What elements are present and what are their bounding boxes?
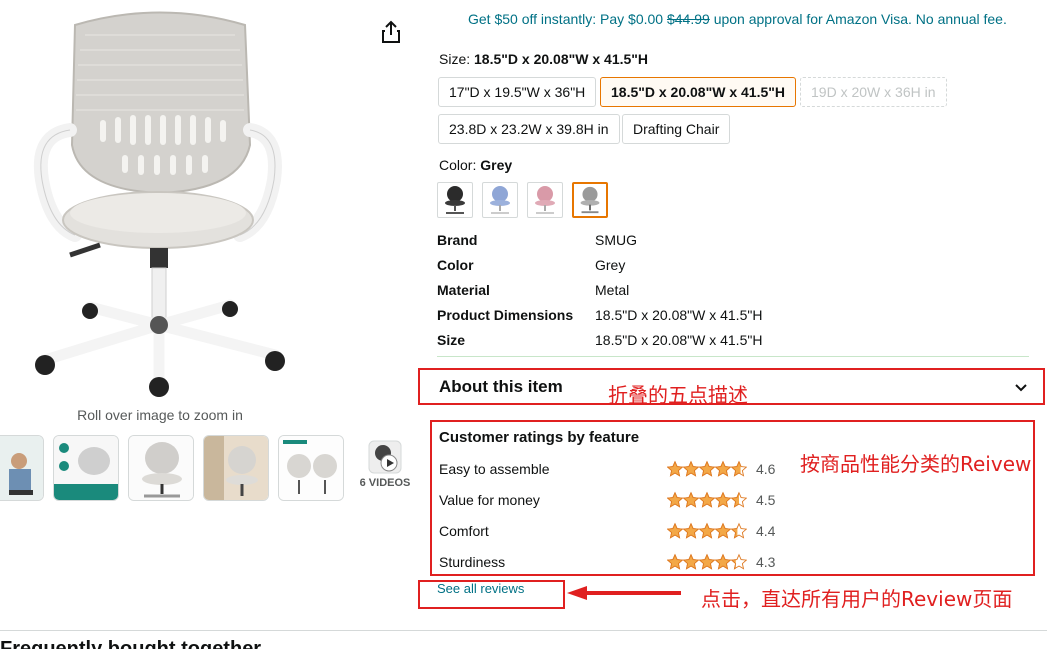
star-icon	[698, 460, 716, 477]
spec-row-size: Size 18.5"D x 20.08"W x 41.5"H	[437, 328, 1029, 353]
rating-label: Value for money	[439, 492, 540, 508]
size-option-drafting-chair[interactable]: Drafting Chair	[622, 114, 731, 144]
spec-row-color: Color Grey	[437, 253, 1029, 278]
size-label: Size: 18.5"D x 20.08"W x 41.5"H	[439, 51, 648, 67]
promo-strike-price: $44.99	[666, 11, 710, 27]
star-icon	[730, 460, 747, 477]
thumbnail-4[interactable]	[203, 435, 269, 501]
rating-row-easy-to-assemble: Easy to assemble 4.6	[439, 459, 779, 479]
star-icon	[667, 460, 684, 477]
rating-value: 4.6	[756, 461, 776, 477]
zoom-hint: Roll over image to zoom in	[77, 407, 243, 423]
color-selected-value: Grey	[480, 157, 513, 173]
star-icon	[682, 460, 700, 477]
share-icon[interactable]	[380, 20, 402, 44]
size-option-18-5x20-08x41-5[interactable]: 18.5"D x 20.08"W x 41.5"H	[600, 77, 797, 107]
annotation-see-all-reviews: 点击，直达所有用户的Review页面	[701, 587, 1013, 611]
color-swatch-black[interactable]	[437, 182, 473, 218]
star-rating-icon	[667, 491, 747, 508]
section-divider	[0, 630, 1047, 631]
star-icon	[714, 553, 732, 570]
rating-label: Comfort	[439, 523, 489, 539]
chevron-down-icon	[1015, 384, 1027, 392]
spec-value: 18.5"D x 20.08"W x 41.5"H	[595, 332, 763, 348]
color-swatch-grey[interactable]	[572, 182, 608, 218]
size-option-23-8x23-2x39-8[interactable]: 23.8D x 23.2W x 39.8H in	[438, 114, 620, 144]
star-icon	[714, 491, 732, 508]
promo-prefix: Get $50 off instantly: Pay $0.00	[468, 11, 667, 27]
star-icon	[698, 522, 716, 539]
star-icon	[667, 491, 684, 508]
spec-key: Product Dimensions	[437, 307, 574, 323]
color-swatch-blue[interactable]	[482, 182, 518, 218]
spec-value: 18.5"D x 20.08"W x 41.5"H	[595, 307, 763, 323]
star-icon	[698, 553, 716, 570]
spec-key: Brand	[437, 232, 478, 248]
thumbnail-5[interactable]	[278, 435, 344, 501]
star-icon	[682, 491, 700, 508]
promo-suffix: upon approval for Amazon Visa. No annual…	[709, 11, 1007, 27]
star-icon	[730, 491, 747, 508]
spec-row-brand: Brand SMUG	[437, 228, 1029, 253]
ratings-title: Customer ratings by feature	[439, 429, 640, 446]
rating-value: 4.3	[756, 554, 776, 570]
star-icon	[698, 491, 716, 508]
thumbnail-2[interactable]	[53, 435, 119, 501]
annotation-ratings-by-feature: 按商品性能分类的Reivew	[800, 452, 1032, 476]
spec-value: Grey	[595, 257, 626, 273]
play-video-icon	[368, 440, 402, 474]
color-label: Color: Grey	[439, 157, 512, 173]
color-label-text: Color:	[439, 157, 481, 173]
spec-key: Size	[437, 332, 466, 348]
star-icon	[667, 553, 684, 570]
star-rating-icon	[667, 553, 747, 570]
rating-row-sturdiness: Sturdiness 4.3	[439, 552, 779, 572]
spec-key: Color	[437, 257, 474, 273]
rating-label: Easy to assemble	[439, 461, 550, 477]
about-this-item-title: About this item	[439, 377, 563, 396]
main-product-image[interactable]	[30, 5, 295, 400]
star-icon	[730, 522, 747, 539]
frequently-bought-together-heading: Frequently bought together	[0, 638, 262, 649]
size-option-19x20x36[interactable]: 19D x 20W x 36H in	[800, 77, 947, 107]
visa-promo-link[interactable]: Get $50 off instantly: Pay $0.00 $44.99 …	[468, 11, 1007, 27]
rating-value: 4.4	[756, 523, 776, 539]
videos-label: 6 VIDEOS	[359, 477, 411, 489]
annotation-arrow-icon	[567, 586, 681, 600]
star-icon	[714, 460, 732, 477]
star-icon	[667, 522, 684, 539]
rating-row-value-for-money: Value for money 4.5	[439, 490, 779, 510]
thumbnail-1[interactable]	[0, 435, 44, 501]
rating-label: Sturdiness	[439, 554, 506, 570]
star-icon	[730, 553, 747, 570]
spec-row-material: Material Metal	[437, 278, 1029, 303]
size-option-17x19-5x36[interactable]: 17"D x 19.5"W x 36"H	[438, 77, 597, 107]
size-selected-value: 18.5"D x 20.08"W x 41.5"H	[474, 51, 649, 67]
spec-value: SMUG	[595, 232, 637, 248]
star-icon	[682, 553, 700, 570]
annotation-about-item: 折叠的五点描述	[608, 383, 748, 407]
rating-row-comfort: Comfort 4.4	[439, 521, 779, 541]
size-label-text: Size:	[439, 51, 475, 67]
see-all-reviews-link[interactable]: See all reviews	[437, 581, 524, 596]
color-swatch-pink[interactable]	[527, 182, 563, 218]
videos-thumbnail[interactable]: 6 VIDEOS	[355, 435, 415, 505]
star-icon	[714, 522, 732, 539]
star-icon	[682, 522, 700, 539]
spec-row-product-dimensions: Product Dimensions 18.5"D x 20.08"W x 41…	[437, 303, 1029, 328]
rating-value: 4.5	[756, 492, 776, 508]
spec-divider	[437, 356, 1029, 357]
star-rating-icon	[667, 522, 747, 539]
star-rating-icon	[667, 460, 747, 477]
product-spec-table: Brand SMUG Color Grey Material Metal Pro…	[437, 228, 1029, 353]
spec-value: Metal	[595, 282, 630, 298]
thumbnail-3[interactable]	[128, 435, 194, 501]
customer-ratings-by-feature: Customer ratings by feature Easy to asse…	[430, 420, 1035, 576]
spec-key: Material	[437, 282, 490, 298]
